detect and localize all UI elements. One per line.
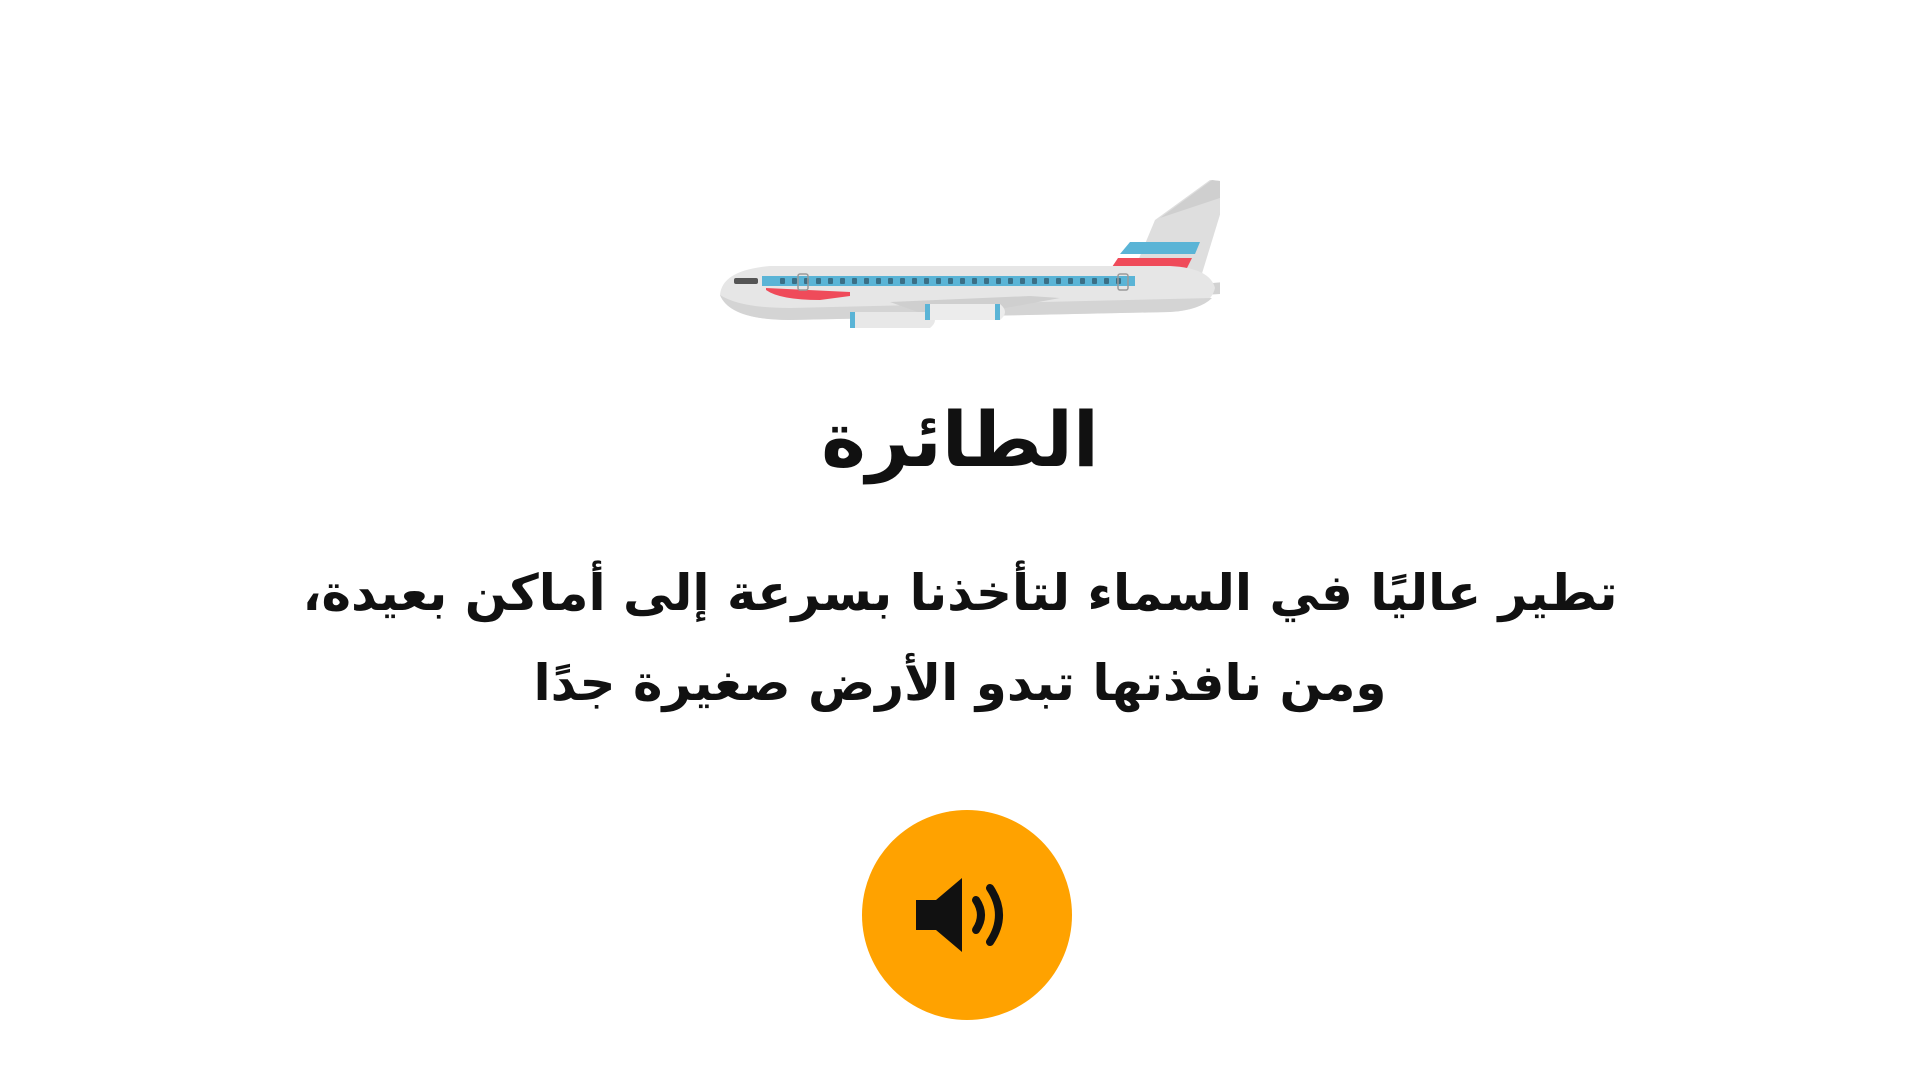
description-line-2: ومن نافذتها تبدو الأرض صغيرة جدًا xyxy=(533,654,1387,712)
lesson-card: الطائرة تطير عاليًا في السماء لتأخذنا بس… xyxy=(0,0,1920,1080)
description-line-1: تطير عاليًا في السماء لتأخذنا بسرعة إلى … xyxy=(302,564,1618,622)
page-title: الطائرة xyxy=(821,395,1099,484)
speaker-icon xyxy=(916,878,1003,952)
description-text: تطير عاليًا في السماء لتأخذنا بسرعة إلى … xyxy=(260,548,1660,728)
airplane-icon xyxy=(720,180,1220,328)
play-audio-button[interactable] xyxy=(862,810,1072,1020)
